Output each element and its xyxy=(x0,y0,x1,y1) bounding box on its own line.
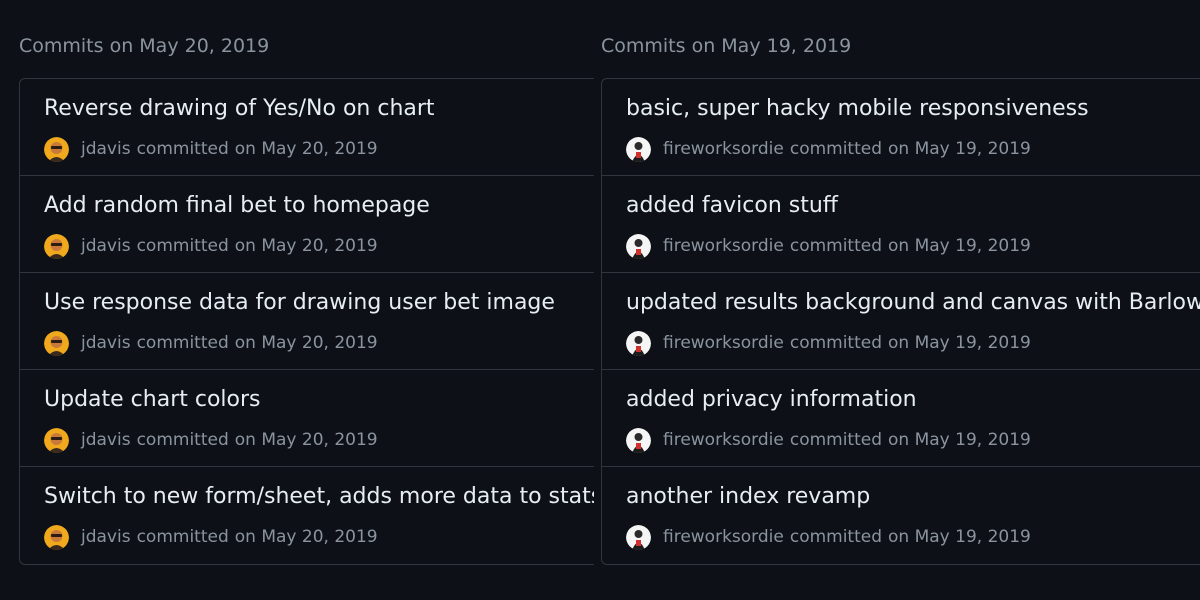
avatar-fireworksordie-icon[interactable] xyxy=(626,330,651,356)
commit-list: Reverse drawing of Yes/No on chart jdavi… xyxy=(19,78,594,565)
commit-verb: committed xyxy=(136,430,229,450)
avatar-jdavis-icon[interactable] xyxy=(44,136,69,162)
avatar-jdavis-icon[interactable] xyxy=(44,233,69,259)
commit-row: basic, super hacky mobile responsiveness… xyxy=(602,79,1200,176)
commit-date[interactable]: on May 19, 2019 xyxy=(888,139,1031,159)
commit-author-link[interactable]: fireworksordie xyxy=(663,333,784,353)
commit-title-link[interactable]: basic, super hacky mobile responsiveness xyxy=(626,96,1089,121)
commit-verb: committed xyxy=(789,333,883,353)
commit-title-link[interactable]: Switch to new form/sheet, adds more data… xyxy=(44,484,594,509)
commit-meta: jdavis committed on May 20, 2019 xyxy=(44,330,378,356)
avatar-fireworksordie-icon[interactable] xyxy=(626,427,651,453)
commit-author-link[interactable]: fireworksordie xyxy=(663,430,784,450)
commit-group-title: Commits on May 20, 2019 xyxy=(19,35,270,57)
commit-verb: committed xyxy=(136,527,229,547)
commit-meta: jdavis committed on May 20, 2019 xyxy=(44,233,378,259)
avatar-jdavis-icon[interactable] xyxy=(44,427,69,453)
commit-verb: committed xyxy=(789,430,883,450)
avatar-fireworksordie-icon[interactable] xyxy=(626,136,651,162)
commit-verb: committed xyxy=(136,139,229,159)
commit-author-link[interactable]: jdavis xyxy=(81,236,131,256)
commit-title-link[interactable]: Use response data for drawing user bet i… xyxy=(44,290,555,315)
commit-title-link[interactable]: updated results background and canvas wi… xyxy=(626,290,1200,315)
commit-row: updated results background and canvas wi… xyxy=(602,273,1200,370)
commit-row: Add random final bet to homepage jdavis … xyxy=(20,176,594,273)
commit-meta: fireworksordie committed on May 19, 2019 xyxy=(626,136,1031,162)
commit-date[interactable]: on May 19, 2019 xyxy=(888,236,1031,256)
avatar-fireworksordie-icon[interactable] xyxy=(626,524,651,550)
commit-title-link[interactable]: added privacy information xyxy=(626,387,917,412)
commit-verb: committed xyxy=(789,236,883,256)
commit-author-link[interactable]: fireworksordie xyxy=(663,139,784,159)
commit-list: basic, super hacky mobile responsiveness… xyxy=(601,78,1200,565)
commit-verb: committed xyxy=(136,333,229,353)
commit-meta: fireworksordie committed on May 19, 2019 xyxy=(626,427,1031,453)
commit-date[interactable]: on May 20, 2019 xyxy=(235,139,378,159)
commit-row: another index revamp fireworksordie comm… xyxy=(602,467,1200,564)
commit-title-link[interactable]: another index revamp xyxy=(626,484,870,509)
commit-author-link[interactable]: fireworksordie xyxy=(663,236,784,256)
commit-row: Reverse drawing of Yes/No on chart jdavi… xyxy=(20,79,594,176)
commit-verb: committed xyxy=(136,236,229,256)
commit-date[interactable]: on May 19, 2019 xyxy=(888,333,1031,353)
commit-title-link[interactable]: added favicon stuff xyxy=(626,193,838,218)
commit-row: Use response data for drawing user bet i… xyxy=(20,273,594,370)
commit-verb: committed xyxy=(789,527,883,547)
commit-group-title: Commits on May 19, 2019 xyxy=(601,35,852,57)
commit-title-link[interactable]: Update chart colors xyxy=(44,387,261,412)
commit-meta: fireworksordie committed on May 19, 2019 xyxy=(626,330,1031,356)
commit-author-link[interactable]: fireworksordie xyxy=(663,527,784,547)
commit-date[interactable]: on May 20, 2019 xyxy=(235,333,378,353)
commit-meta: jdavis committed on May 20, 2019 xyxy=(44,427,378,453)
commit-row: added favicon stuff fireworksordie commi… xyxy=(602,176,1200,273)
commit-row: Update chart colors jdavis committed on … xyxy=(20,370,594,467)
commit-date[interactable]: on May 20, 2019 xyxy=(235,236,378,256)
commit-meta: fireworksordie committed on May 19, 2019 xyxy=(626,233,1031,259)
commit-author-link[interactable]: jdavis xyxy=(81,430,131,450)
commit-meta: fireworksordie committed on May 19, 2019 xyxy=(626,524,1031,550)
commit-title-link[interactable]: Add random final bet to homepage xyxy=(44,193,430,218)
avatar-jdavis-icon[interactable] xyxy=(44,524,69,550)
commit-date[interactable]: on May 20, 2019 xyxy=(235,430,378,450)
avatar-fireworksordie-icon[interactable] xyxy=(626,233,651,259)
commit-author-link[interactable]: jdavis xyxy=(81,139,131,159)
commit-row: Switch to new form/sheet, adds more data… xyxy=(20,467,594,564)
commit-verb: committed xyxy=(789,139,883,159)
commit-row: added privacy information fireworksordie… xyxy=(602,370,1200,467)
commit-meta: jdavis committed on May 20, 2019 xyxy=(44,136,378,162)
commit-date[interactable]: on May 19, 2019 xyxy=(888,527,1031,547)
commit-date[interactable]: on May 20, 2019 xyxy=(235,527,378,547)
commit-author-link[interactable]: jdavis xyxy=(81,527,131,547)
avatar-jdavis-icon[interactable] xyxy=(44,330,69,356)
commit-author-link[interactable]: jdavis xyxy=(81,333,131,353)
commit-meta: jdavis committed on May 20, 2019 xyxy=(44,524,378,550)
commit-title-link[interactable]: Reverse drawing of Yes/No on chart xyxy=(44,96,435,121)
commit-date[interactable]: on May 19, 2019 xyxy=(888,430,1031,450)
